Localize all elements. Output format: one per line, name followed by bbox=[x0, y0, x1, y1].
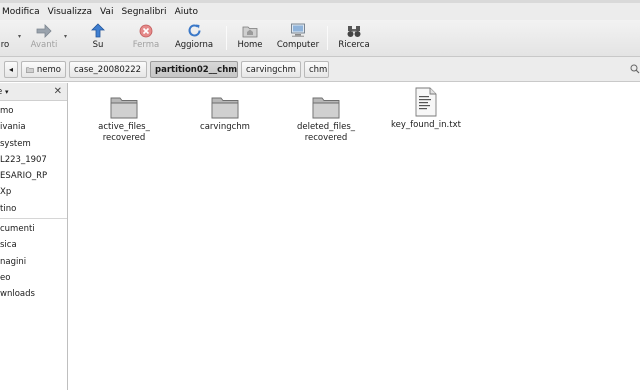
reload-icon bbox=[185, 22, 203, 39]
crumb-label: case_20080222 bbox=[74, 64, 142, 75]
forward-arrow-icon bbox=[35, 22, 53, 39]
file-item-deleted-files-recovered[interactable]: deleted_files_ recovered bbox=[281, 89, 371, 144]
file-item-active-files-recovered[interactable]: active_files_ recovered bbox=[79, 89, 169, 144]
location-bar: ◂ nemo case_20080222 partition02__chm ca… bbox=[0, 57, 640, 82]
sidebar-item-music[interactable]: sica bbox=[0, 237, 67, 253]
menubar: Modifica Visualizza Vai Segnalibri Aiuto bbox=[0, 3, 640, 20]
search-button[interactable]: Ricerca bbox=[336, 22, 372, 55]
sidebar-item-videos[interactable]: eo bbox=[0, 270, 67, 286]
close-icon[interactable]: ✕ bbox=[54, 86, 62, 97]
sidebar-item-file-system[interactable]: system bbox=[0, 136, 67, 152]
back-history-dropdown-icon[interactable]: ▾ bbox=[18, 33, 21, 40]
crumb-scroll-left-button[interactable]: ◂ bbox=[4, 61, 18, 78]
zoom-icon[interactable] bbox=[630, 64, 640, 74]
computer-button-label: Computer bbox=[276, 40, 320, 50]
file-name: carvingchm bbox=[200, 122, 250, 132]
crumb-carvingchm[interactable]: carvingchm bbox=[241, 61, 301, 78]
search-button-label: Ricerca bbox=[338, 40, 370, 50]
sidebar-item-downloads[interactable]: wnloads bbox=[0, 286, 67, 302]
stop-button-label: Ferma bbox=[132, 40, 160, 50]
computer-icon bbox=[289, 22, 307, 39]
file-item-key-found-in-txt[interactable]: key_found_in.txt bbox=[381, 87, 471, 131]
crumb-nemo[interactable]: nemo bbox=[21, 61, 66, 78]
file-item-carvingchm[interactable]: carvingchm bbox=[180, 89, 270, 133]
stop-button[interactable]: Ferma bbox=[130, 22, 162, 55]
sidebar-item-home[interactable]: mo bbox=[0, 103, 67, 119]
file-name: key_found_in.txt bbox=[391, 120, 461, 130]
forward-button[interactable]: Avanti bbox=[30, 22, 58, 55]
forward-button-label: Avanti bbox=[30, 40, 58, 50]
file-name: active_files_ recovered bbox=[98, 122, 150, 143]
sidebar-places: mo ivania system L223_1907 ESARIO_RP Xp … bbox=[0, 101, 67, 303]
back-button[interactable]: ro bbox=[0, 22, 16, 55]
folder-icon bbox=[110, 89, 138, 119]
chevron-left-icon: ◂ bbox=[8, 65, 13, 74]
sidebar-divider bbox=[0, 218, 67, 220]
home-folder-icon bbox=[26, 66, 34, 73]
toolbar-separator bbox=[327, 26, 328, 50]
sidebar-header: e ▾ ✕ bbox=[0, 83, 67, 101]
reload-button[interactable]: Aggiorna bbox=[174, 22, 214, 55]
sidebar-item-volume-1[interactable]: L223_1907 bbox=[0, 152, 67, 168]
crumb-label: chm bbox=[309, 64, 328, 75]
reload-button-label: Aggiorna bbox=[174, 40, 214, 50]
sidebar-item-pictures[interactable]: nagini bbox=[0, 254, 67, 270]
sidebar-view-selector[interactable]: e ▾ bbox=[0, 87, 8, 97]
folder-icon bbox=[312, 89, 340, 119]
crumb-label: carvingchm bbox=[246, 64, 296, 75]
binoculars-icon bbox=[345, 22, 363, 39]
sidebar-item-volume-2[interactable]: ESARIO_RP bbox=[0, 168, 67, 184]
toolbar: ro ▾ Avanti ▾ Su Ferma Aggiorna Home Com… bbox=[0, 20, 640, 57]
sidebar-item-documents[interactable]: cumenti bbox=[0, 221, 67, 237]
sidebar-item-desktop[interactable]: ivania bbox=[0, 119, 67, 135]
file-name: deleted_files_ recovered bbox=[296, 122, 356, 143]
computer-button[interactable]: Computer bbox=[276, 22, 320, 55]
menu-segnalibri[interactable]: Segnalibri bbox=[117, 7, 170, 17]
menu-aiuto[interactable]: Aiuto bbox=[171, 7, 202, 17]
back-button-label: ro bbox=[0, 40, 10, 50]
crumb-partition02-chm[interactable]: partition02__chm bbox=[150, 61, 238, 78]
home-button-label: Home bbox=[237, 40, 263, 50]
home-folder-icon bbox=[241, 22, 259, 39]
file-view: active_files_ recovered carvingchm delet… bbox=[69, 83, 640, 390]
toolbar-separator bbox=[226, 26, 227, 50]
home-button[interactable]: Home bbox=[236, 22, 264, 55]
up-arrow-icon bbox=[89, 22, 107, 39]
chevron-down-icon: ▾ bbox=[4, 87, 9, 96]
sidebar-item-trash[interactable]: tino bbox=[0, 201, 67, 217]
menu-visualizza[interactable]: Visualizza bbox=[44, 7, 96, 17]
back-arrow-icon bbox=[0, 22, 14, 39]
crumb-case-20080222[interactable]: case_20080222 bbox=[69, 61, 147, 78]
forward-history-dropdown-icon[interactable]: ▾ bbox=[64, 33, 67, 40]
crumb-label: partition02__chm bbox=[155, 64, 238, 75]
menu-modifica[interactable]: Modifica bbox=[0, 7, 44, 17]
up-button[interactable]: Su bbox=[86, 22, 110, 55]
up-button-label: Su bbox=[92, 40, 104, 50]
stop-icon bbox=[137, 22, 155, 39]
sidebar-item-volume-3[interactable]: Xp bbox=[0, 184, 67, 200]
crumb-label: nemo bbox=[36, 64, 61, 75]
sidebar-title: e bbox=[0, 87, 2, 97]
crumb-chm[interactable]: chm bbox=[304, 61, 329, 78]
sidebar: e ▾ ✕ mo ivania system L223_1907 ESARIO_… bbox=[0, 83, 68, 390]
text-file-icon bbox=[415, 87, 437, 117]
menu-vai[interactable]: Vai bbox=[96, 7, 117, 17]
folder-icon bbox=[211, 89, 239, 119]
